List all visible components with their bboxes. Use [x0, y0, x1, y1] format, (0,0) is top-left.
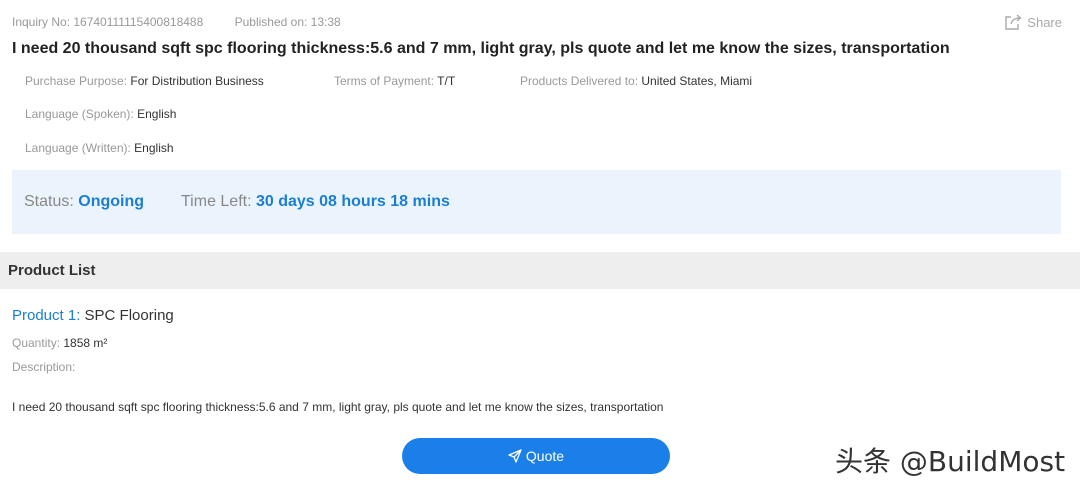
status-value: Ongoing — [78, 193, 145, 210]
product-number-label: Product 1: — [12, 307, 85, 324]
share-icon — [1005, 14, 1022, 30]
purchase-purpose: Purchase Purpose: For Distribution Busin… — [25, 74, 264, 88]
inquiry-number: Inquiry No: 16740111115400818488 — [12, 15, 204, 29]
purchase-purpose-value: For Distribution Business — [130, 74, 264, 88]
quote-label: Quote — [525, 448, 565, 464]
quantity: Quantity: 1858 m² — [12, 336, 107, 350]
language-spoken-value: English — [137, 107, 177, 121]
delivered-to-label: Products Delivered to: — [520, 74, 642, 88]
status-label: Status: — [24, 193, 79, 210]
purchase-purpose-label: Purchase Purpose: — [25, 74, 131, 88]
inquiry-title: I need 20 thousand sqft spc flooring thi… — [12, 40, 950, 57]
status-panel: Status: Ongoing Time Left: 30 days 08 ho… — [12, 170, 1061, 234]
status: Status: Ongoing — [24, 193, 144, 211]
terms-of-payment-value: T/T — [437, 74, 456, 88]
time-left-value: 30 days 08 hours 18 mins — [255, 193, 450, 210]
terms-of-payment-label: Terms of Payment: — [334, 74, 438, 88]
quote-button[interactable]: Quote — [402, 438, 670, 474]
delivered-to: Products Delivered to: United States, Mi… — [520, 74, 752, 88]
product-list-header: Product List — [0, 252, 1080, 289]
time-left: Time Left: 30 days 08 hours 18 mins — [181, 193, 450, 211]
delivered-to-value: United States, Miami — [641, 74, 753, 88]
terms-of-payment: Terms of Payment: T/T — [334, 74, 455, 88]
product-name: SPC Flooring — [84, 307, 174, 324]
share-label: Share — [1027, 14, 1062, 30]
description-text: I need 20 thousand sqft spc flooring thi… — [12, 400, 664, 414]
language-spoken-label: Language (Spoken): — [25, 107, 138, 121]
language-written-value: English — [134, 141, 174, 155]
quantity-value: 1858 m² — [63, 336, 108, 350]
send-icon — [508, 449, 522, 463]
watermark: 头条 @BuildMost — [835, 445, 1066, 478]
product-title: Product 1: SPC Flooring — [12, 307, 174, 324]
product-list-heading: Product List — [8, 262, 96, 279]
quantity-label: Quantity: — [12, 336, 64, 350]
time-left-label: Time Left: — [181, 193, 256, 210]
language-spoken: Language (Spoken): English — [25, 107, 176, 121]
published-time: Published on: 13:38 — [234, 15, 341, 29]
language-written-label: Language (Written): — [25, 141, 135, 155]
share-button[interactable]: Share — [1004, 14, 1062, 30]
inquiry-meta: Inquiry No: 16740111115400818488 Publish… — [12, 15, 369, 29]
description-label: Description: — [12, 360, 76, 374]
language-written: Language (Written): English — [25, 141, 174, 155]
